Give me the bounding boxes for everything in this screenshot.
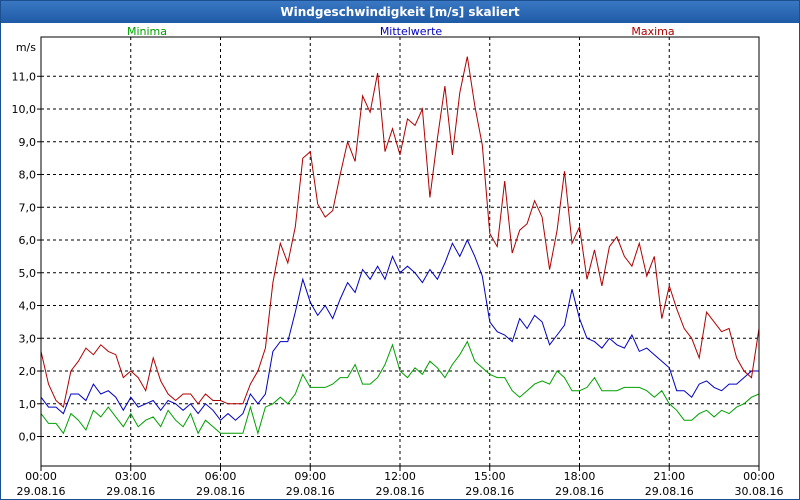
window-title: Windgeschwindigkeit [m/s] skaliert <box>1 1 799 23</box>
y-tick-label: 0,0 <box>19 431 37 444</box>
y-tick-label: 8,0 <box>19 169 37 182</box>
y-axis-label: m/s <box>16 41 36 54</box>
chart-window: Windgeschwindigkeit [m/s] skaliert 0,0 1,… <box>0 0 800 500</box>
legend: Minima Mittelwerte Maxima <box>127 25 675 38</box>
x-tick-date: 30.08.16 <box>735 485 784 498</box>
y-tick-label: 5,0 <box>19 267 37 280</box>
legend-maxima: Maxima <box>631 25 674 38</box>
legend-mittelwerte: Mittelwerte <box>380 25 443 38</box>
grid <box>41 37 759 466</box>
x-tick-time: 15:00 <box>474 470 506 483</box>
plot-frame <box>40 36 760 467</box>
x-tick-date: 29.08.16 <box>196 485 245 498</box>
x-axis: 00:00 29.08.16 03:00 29.08.16 06:00 29.08.16 0… <box>17 466 784 498</box>
x-tick-date: 29.08.16 <box>645 485 694 498</box>
x-tick-time: 03:00 <box>115 470 147 483</box>
x-tick-time: 21:00 <box>653 470 685 483</box>
x-tick-date: 29.08.16 <box>555 485 604 498</box>
x-tick-date: 29.08.16 <box>286 485 335 498</box>
y-tick-label: 4,0 <box>19 300 37 313</box>
x-tick-date: 29.08.16 <box>465 485 514 498</box>
x-tick-time: 00:00 <box>743 470 775 483</box>
y-tick-label: 11,0 <box>12 70 37 83</box>
y-tick-label: 2,0 <box>19 365 37 378</box>
y-axis: 0,0 1,0 2,0 3,0 4,0 5,0 6,0 7,0 8,0 9,0 10,0 11,0 m/… <box>12 41 41 444</box>
x-tick-date: 29.08.16 <box>376 485 425 498</box>
x-tick-date: 29.08.16 <box>106 485 155 498</box>
y-tick-label: 9,0 <box>19 136 37 149</box>
x-tick-date: 29.08.16 <box>17 485 66 498</box>
series <box>40 56 760 436</box>
x-tick-time: 12:00 <box>384 470 416 483</box>
x-tick-time: 00:00 <box>25 470 57 483</box>
x-tick-time: 06:00 <box>205 470 237 483</box>
y-tick-label: 6,0 <box>19 234 37 247</box>
x-tick-time: 09:00 <box>294 470 326 483</box>
legend-minima: Minima <box>127 25 167 38</box>
y-tick-label: 1,0 <box>19 398 37 411</box>
x-tick-time: 18:00 <box>564 470 596 483</box>
y-tick-label: 7,0 <box>19 201 37 214</box>
y-tick-label: 10,0 <box>12 103 37 116</box>
y-tick-label: 3,0 <box>19 332 37 345</box>
chart: 0,0 1,0 2,0 3,0 4,0 5,0 6,0 7,0 8,0 9,0 10,0 11,0 m/… <box>12 25 784 498</box>
